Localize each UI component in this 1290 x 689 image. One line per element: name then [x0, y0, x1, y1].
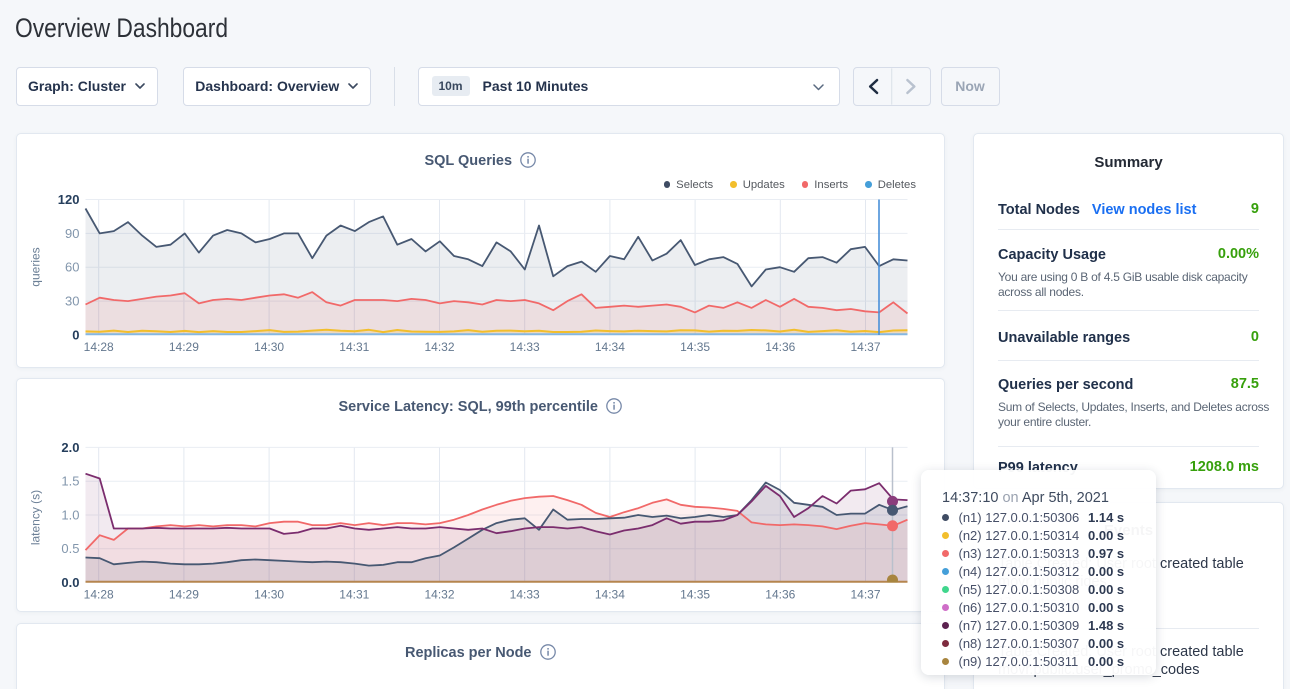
svg-text:14:29: 14:29 — [168, 340, 198, 354]
svg-text:14:33: 14:33 — [509, 587, 539, 601]
svg-text:latency (s): latency (s) — [28, 489, 42, 544]
svg-text:1.0: 1.0 — [61, 507, 79, 522]
svg-text:14:37: 14:37 — [850, 340, 880, 354]
svg-text:0.5: 0.5 — [61, 541, 79, 556]
svg-text:0: 0 — [72, 328, 79, 343]
svg-text:14:35: 14:35 — [680, 340, 710, 354]
svg-text:14:36: 14:36 — [765, 340, 795, 354]
svg-text:14:31: 14:31 — [339, 340, 369, 354]
svg-text:14:32: 14:32 — [424, 340, 454, 354]
svg-text:queries: queries — [28, 247, 42, 286]
svg-text:1.5: 1.5 — [61, 473, 79, 488]
svg-text:14:37: 14:37 — [850, 587, 880, 601]
svg-text:14:29: 14:29 — [168, 587, 198, 601]
svg-text:14:32: 14:32 — [424, 587, 454, 601]
svg-text:14:28: 14:28 — [83, 587, 113, 601]
svg-text:2.0: 2.0 — [61, 439, 79, 454]
svg-text:120: 120 — [57, 192, 79, 207]
svg-text:14:30: 14:30 — [254, 340, 284, 354]
svg-text:14:34: 14:34 — [594, 587, 624, 601]
svg-text:30: 30 — [65, 294, 79, 309]
svg-text:14:35: 14:35 — [680, 587, 710, 601]
svg-text:14:28: 14:28 — [83, 340, 113, 354]
svg-text:14:30: 14:30 — [254, 587, 284, 601]
svg-text:0.0: 0.0 — [61, 575, 79, 590]
svg-text:14:36: 14:36 — [765, 587, 795, 601]
svg-text:14:34: 14:34 — [594, 340, 624, 354]
svg-text:14:31: 14:31 — [339, 587, 369, 601]
svg-text:14:33: 14:33 — [509, 340, 539, 354]
svg-text:60: 60 — [65, 260, 79, 275]
svg-text:90: 90 — [65, 226, 79, 241]
